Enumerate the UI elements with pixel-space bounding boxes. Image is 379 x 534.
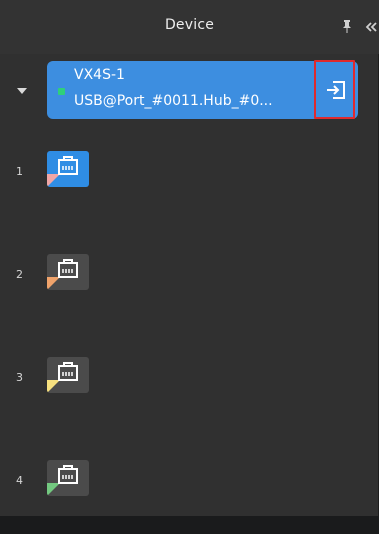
ethernet-port-icon[interactable] — [47, 254, 89, 290]
chevron-down-icon[interactable] — [16, 87, 28, 95]
device-name: VX4S-1 — [74, 67, 125, 83]
enter-button[interactable] — [314, 60, 355, 119]
device-card[interactable]: VX4S-1 USB@Port_#0011.Hub_#0... — [47, 61, 358, 119]
pin-icon[interactable] — [341, 19, 353, 33]
device-panel: Device VX4S-1 USB@Port_#0011.Hub_#0... 1 — [0, 0, 379, 516]
port-number: 1 — [16, 165, 23, 178]
panel-header: Device — [0, 0, 379, 54]
enter-icon — [327, 81, 345, 99]
ethernet-port-icon[interactable] — [47, 460, 89, 496]
ethernet-port-icon[interactable] — [47, 151, 89, 187]
port-row[interactable]: 1 — [0, 151, 379, 225]
port-row[interactable]: 2 — [0, 254, 379, 328]
port-number: 4 — [16, 474, 23, 487]
double-chevron-left-icon[interactable] — [365, 21, 377, 33]
port-number: 2 — [16, 268, 23, 281]
device-path: USB@Port_#0011.Hub_#0... — [74, 93, 273, 109]
port-row[interactable]: 3 — [0, 357, 379, 431]
ethernet-port-icon[interactable] — [47, 357, 89, 393]
status-dot-icon — [58, 88, 65, 95]
port-number: 3 — [16, 371, 23, 384]
panel-title: Device — [164, 17, 215, 33]
port-row[interactable]: 4 — [0, 460, 379, 534]
